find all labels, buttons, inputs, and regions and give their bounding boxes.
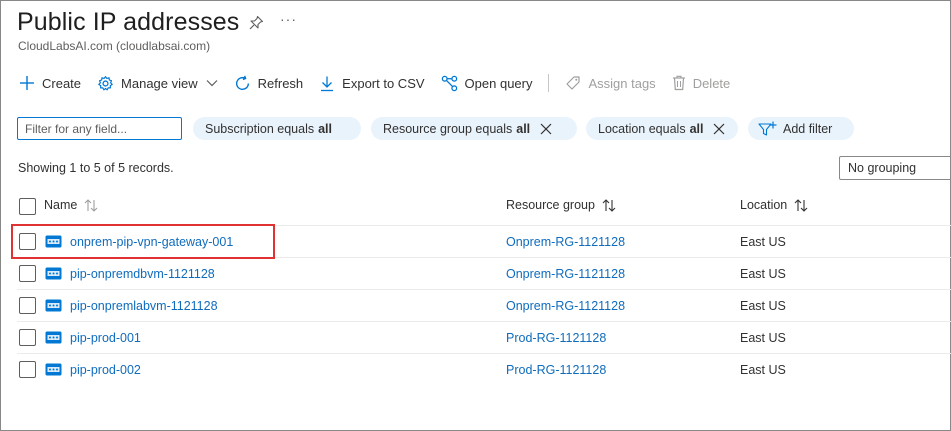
resource-name-link[interactable]: pip-prod-001 xyxy=(70,331,141,345)
resource-group-filter-pill[interactable]: Resource group equals all xyxy=(371,117,577,140)
resource-group-link[interactable]: Onprem-RG-1121128 xyxy=(506,235,625,249)
column-header-resource-group[interactable]: Resource group xyxy=(506,198,616,212)
location-cell: East US xyxy=(740,235,786,249)
row-checkbox[interactable] xyxy=(19,329,36,346)
more-options-icon[interactable]: ··· xyxy=(280,11,297,27)
open-query-label: Open query xyxy=(464,75,533,91)
public-ip-icon xyxy=(45,331,62,344)
open-query-button[interactable]: Open query xyxy=(441,75,533,92)
public-ip-icon xyxy=(45,299,62,312)
resource-group-link[interactable]: Prod-RG-1121128 xyxy=(506,363,606,377)
row-checkbox[interactable] xyxy=(19,265,36,282)
delete-label: Delete xyxy=(692,75,731,91)
refresh-label: Refresh xyxy=(257,75,304,91)
table-row[interactable]: pip-prod-001 Prod-RG-1121128 East US xyxy=(17,322,951,354)
gear-icon xyxy=(98,75,113,90)
delete-button[interactable]: Delete xyxy=(672,75,731,91)
resource-group-link[interactable]: Prod-RG-1121128 xyxy=(506,331,606,345)
row-checkbox[interactable] xyxy=(19,233,36,250)
column-name-label: Name xyxy=(44,198,78,212)
column-resource-group-label: Resource group xyxy=(506,198,595,212)
plus-icon xyxy=(20,76,34,90)
create-button[interactable]: Create xyxy=(19,75,81,91)
tag-icon xyxy=(566,76,581,90)
row-checkbox[interactable] xyxy=(19,361,36,378)
public-ip-icon xyxy=(45,267,62,280)
sort-icon[interactable] xyxy=(602,198,616,212)
resource-name-link[interactable]: pip-onpremlabvm-1121128 xyxy=(70,299,218,313)
table-row[interactable]: pip-onpremdbvm-1121128 Onprem-RG-1121128… xyxy=(17,258,951,290)
add-filter-button[interactable]: Add filter xyxy=(748,117,854,140)
assign-tags-button[interactable]: Assign tags xyxy=(565,75,656,91)
trash-icon xyxy=(672,75,685,91)
sort-icon[interactable] xyxy=(84,198,98,212)
toolbar-divider xyxy=(548,74,550,92)
sort-icon[interactable] xyxy=(794,198,808,212)
page-subtitle: CloudLabsAI.com (cloudlabsai.com) xyxy=(18,39,211,53)
add-filter-icon xyxy=(758,121,777,136)
table-row[interactable]: pip-prod-002 Prod-RG-1121128 East US xyxy=(17,354,951,386)
location-cell: East US xyxy=(740,267,786,281)
add-filter-label: Add filter xyxy=(783,121,833,136)
filter-input[interactable] xyxy=(17,117,182,140)
select-all-checkbox[interactable] xyxy=(19,198,36,215)
close-icon[interactable] xyxy=(713,123,725,135)
location-cell: East US xyxy=(740,299,786,313)
manage-view-button[interactable]: Manage view xyxy=(97,75,218,92)
query-icon xyxy=(441,75,457,91)
column-header-name[interactable]: Name xyxy=(44,198,98,212)
close-icon[interactable] xyxy=(540,123,552,135)
export-csv-button[interactable]: Export to CSV xyxy=(319,75,425,92)
resource-group-filter-value: all xyxy=(516,121,531,136)
location-filter-value: all xyxy=(689,121,704,136)
column-header-location[interactable]: Location xyxy=(740,198,808,212)
records-count: Showing 1 to 5 of 5 records. xyxy=(18,161,174,175)
location-cell: East US xyxy=(740,363,786,377)
location-filter-label: Location equals xyxy=(598,121,686,136)
export-csv-label: Export to CSV xyxy=(342,75,425,91)
column-location-label: Location xyxy=(740,198,788,212)
pin-icon[interactable] xyxy=(248,15,264,31)
public-ip-icon xyxy=(45,235,62,248)
public-ip-icon xyxy=(45,363,62,376)
subscription-filter-value: all xyxy=(318,121,333,136)
resource-group-link[interactable]: Onprem-RG-1121128 xyxy=(506,299,625,313)
grouping-select[interactable]: No grouping xyxy=(839,156,951,180)
resource-name-link[interactable]: onprem-pip-vpn-gateway-001 xyxy=(70,235,233,249)
page-frame: Public IP addresses ··· CloudLabsAI.com … xyxy=(0,0,951,431)
refresh-icon xyxy=(235,75,249,90)
toolbar: Create Manage view Refresh Export to CSV… xyxy=(19,71,746,95)
resource-group-link[interactable]: Onprem-RG-1121128 xyxy=(506,267,625,281)
resource-name-link[interactable]: pip-onpremdbvm-1121128 xyxy=(70,267,215,281)
row-checkbox[interactable] xyxy=(19,297,36,314)
download-icon xyxy=(321,76,334,91)
refresh-button[interactable]: Refresh xyxy=(234,75,304,92)
table-row[interactable]: pip-onpremlabvm-1121128 Onprem-RG-112112… xyxy=(17,290,951,322)
location-filter-pill[interactable]: Location equals all xyxy=(586,117,738,140)
assign-tags-label: Assign tags xyxy=(588,75,656,91)
subscription-filter-label: Subscription equals xyxy=(205,121,315,136)
subscription-filter-pill[interactable]: Subscription equals all xyxy=(193,117,361,140)
table-row[interactable]: onprem-pip-vpn-gateway-001 Onprem-RG-112… xyxy=(17,226,951,258)
create-label: Create xyxy=(42,75,82,91)
location-cell: East US xyxy=(740,331,786,345)
resource-name-link[interactable]: pip-prod-002 xyxy=(70,363,141,377)
page-title: Public IP addresses xyxy=(17,8,240,36)
chevron-down-icon xyxy=(206,80,218,87)
manage-view-label: Manage view xyxy=(121,75,198,91)
resource-group-filter-label: Resource group equals xyxy=(383,121,513,136)
